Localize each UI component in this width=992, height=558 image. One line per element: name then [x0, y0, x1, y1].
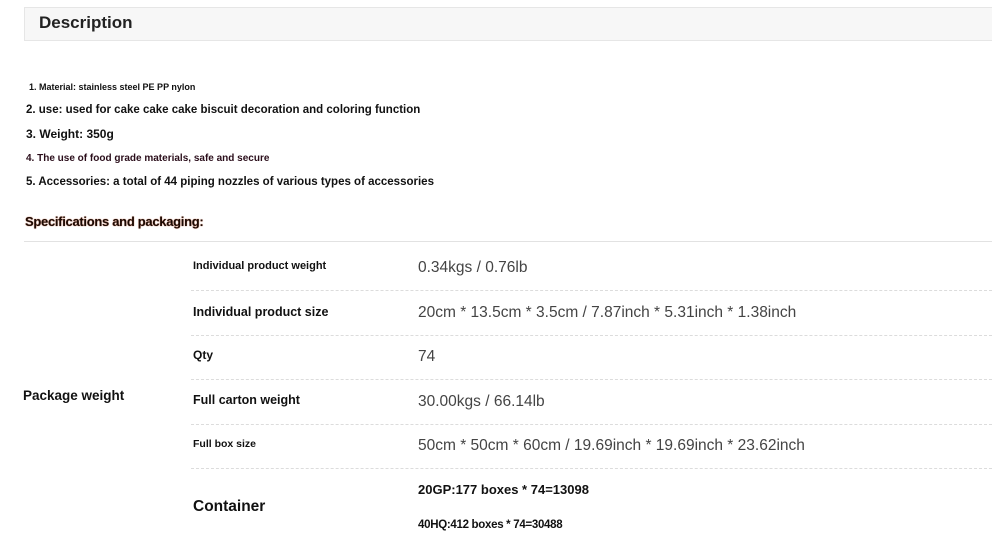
feature-material: 1. Material: stainless steel PE PP nylon [29, 82, 196, 92]
spec-value: 74 [418, 348, 436, 365]
spec-value: 20cm * 13.5cm * 3.5cm / 7.87inch * 5.31i… [418, 304, 797, 321]
container-label: Container [193, 498, 266, 515]
spec-label: Full box size [193, 438, 257, 450]
spec-value: 0.34kgs / 0.76lb [418, 259, 528, 276]
spec-label: Individual product size [193, 305, 329, 319]
spec-label: Full carton weight [193, 393, 300, 407]
description-header: Description [24, 7, 992, 41]
package-weight-label: Package weight [23, 388, 125, 403]
spec-label: Qty [193, 348, 214, 362]
description-title: Description [39, 13, 133, 32]
feature-food-grade: 4. The use of food grade materials, safe… [26, 153, 270, 164]
row-divider [191, 335, 992, 336]
spec-label: Individual product weight [193, 260, 327, 272]
container-40hq: 40HQ:412 boxes * 74=30488 [418, 519, 563, 531]
row-divider [191, 424, 992, 425]
spec-value: 50cm * 50cm * 60cm / 19.69inch * 19.69in… [418, 437, 805, 454]
specifications-title: Specifications and packaging: [25, 214, 204, 229]
container-20gp: 20GP:177 boxes * 74=13098 [418, 482, 589, 497]
feature-accessories: 5. Accessories: a total of 44 piping noz… [26, 176, 434, 188]
spec-value: 30.00kgs / 66.14lb [418, 393, 545, 410]
row-divider [191, 468, 992, 469]
feature-use: 2. use: used for cake cake cake biscuit … [26, 104, 421, 116]
row-divider [191, 290, 992, 291]
row-divider [191, 379, 992, 380]
feature-weight: 3. Weight: 350g [26, 127, 114, 141]
specifications-divider [24, 241, 992, 242]
